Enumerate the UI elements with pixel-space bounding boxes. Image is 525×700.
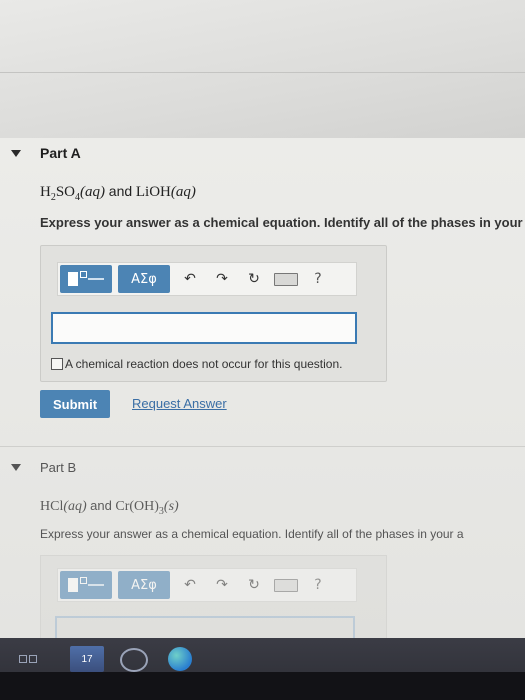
submit-button[interactable]: Submit [40,390,110,418]
part-a-question: H2SO4(aq) and LiOH(aq) [40,183,196,203]
keyboard-icon [274,578,298,592]
task-view-icon[interactable] [18,646,38,672]
browser-icon[interactable] [168,647,192,671]
part-a-instruction: Express your answer as a chemical equati… [40,215,523,230]
reset-icon[interactable]: ↻ [242,265,266,293]
no-reaction-checkbox[interactable] [51,358,63,370]
symbols-button[interactable]: ΑΣφ [118,265,170,293]
no-reaction-option[interactable]: A chemical reaction does not occur for t… [51,357,342,371]
template-superscript-icon [80,577,87,584]
part-divider [0,446,525,447]
undo-icon[interactable]: ↶ [178,571,202,599]
answer-input[interactable] [51,312,357,344]
keyboard-button[interactable] [274,571,298,599]
part-b-header[interactable]: Part B [0,452,525,482]
part-b-question: HCl(aq) and Cr(OH)3(s) [40,498,179,517]
screen-bezel [0,672,525,700]
no-reaction-label: A chemical reaction does not occur for t… [65,357,343,371]
calendar-badge: 17 [81,653,93,665]
redo-icon[interactable]: ↷ [210,265,234,293]
template-line-icon [88,584,104,586]
answer-panel: ΑΣφ ↶ ↷ ↻ ? A chemical reaction does not… [40,245,387,382]
calendar-icon[interactable]: 17 [70,646,104,672]
keyboard-icon [274,272,298,286]
help-button[interactable]: ? [306,265,330,293]
templates-button[interactable] [60,571,112,599]
part-b-title: Part B [40,459,77,475]
template-superscript-icon [80,271,87,278]
request-answer-link[interactable]: Request Answer [132,396,227,411]
answer-panel-b: ΑΣφ ↶ ↷ ↻ ? [40,555,387,647]
collapse-caret-icon[interactable] [11,463,21,471]
top-margin [0,0,525,138]
equation-toolbar: ΑΣφ ↶ ↷ ↻ ? [57,262,357,296]
part-a-header[interactable]: Part A [0,138,525,168]
redo-icon[interactable]: ↷ [210,571,234,599]
collapse-caret-icon[interactable] [11,149,21,157]
template-line-icon [88,278,104,280]
templates-button[interactable] [60,265,112,293]
symbols-button[interactable]: ΑΣφ [118,571,170,599]
globe-icon[interactable] [120,648,148,672]
equation-toolbar-b: ΑΣφ ↶ ↷ ↻ ? [57,568,357,602]
undo-icon[interactable]: ↶ [178,265,202,293]
template-block-icon [68,578,78,592]
reset-icon[interactable]: ↻ [242,571,266,599]
keyboard-button[interactable] [274,265,298,293]
part-b-instruction: Express your answer as a chemical equati… [40,527,464,541]
template-block-icon [68,272,78,286]
header-rule [0,72,525,73]
part-a-title: Part A [40,145,81,161]
help-button[interactable]: ? [306,571,330,599]
